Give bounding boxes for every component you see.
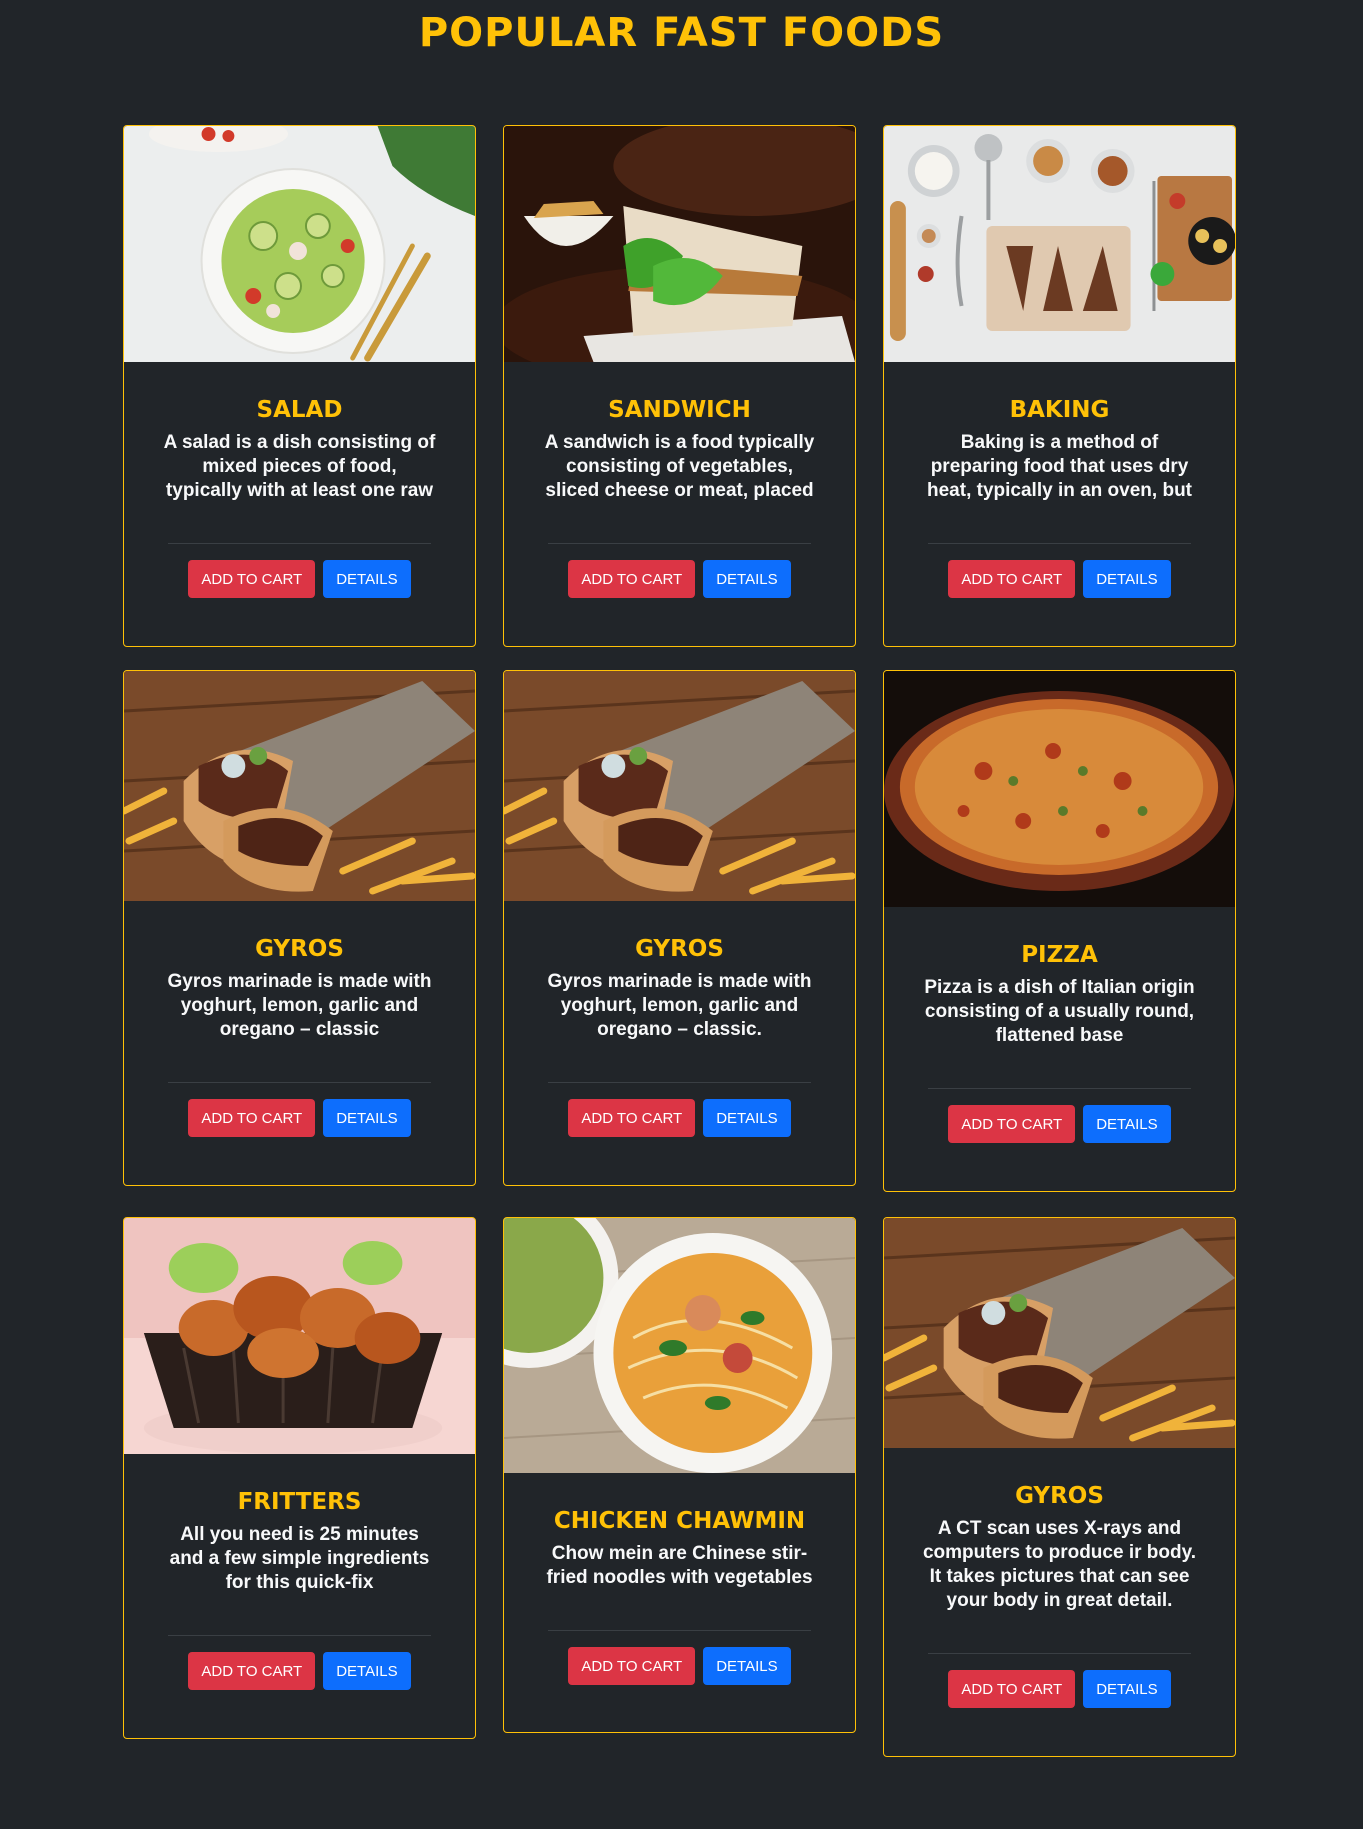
card-title: FRITTERS [237,1489,362,1515]
salad-photo [124,126,475,362]
details-button[interactable]: DETAILS [323,1099,411,1137]
card-title: PIZZA [1021,942,1098,968]
card-text: Gyros marinade is made with yoghurt, lem… [167,971,432,1040]
card-title: GYROS [1015,1483,1104,1509]
card-divider [168,1635,431,1636]
card-text: All you need is 25 minutes and a few sim… [169,1524,430,1593]
card-divider [548,1630,811,1631]
details-button[interactable]: DETAILS [1083,1105,1171,1143]
details-button[interactable]: DETAILS [1083,1670,1171,1708]
details-button[interactable]: DETAILS [1083,560,1171,598]
food-card-baking: BAKING Baking is a method of preparing f… [883,125,1236,647]
details-button[interactable]: DETAILS [703,560,791,598]
card-divider [168,543,431,544]
card-title: GYROS [635,936,724,962]
card-title: SANDWICH [608,397,751,423]
add-to-cart-button[interactable]: ADD TO CART [188,1652,316,1690]
add-to-cart-button[interactable]: ADD TO CART [948,1670,1076,1708]
card-text: A salad is a dish consisting of mixed pi… [163,432,436,501]
baking-photo [884,126,1235,362]
card-text: Gyros marinade is made with yoghurt, lem… [547,971,812,1040]
fritters-photo [124,1218,475,1454]
card-title: GYROS [255,936,344,962]
gyros-photo [884,1218,1235,1448]
add-to-cart-button[interactable]: ADD TO CART [948,1105,1076,1143]
card-title: CHICKEN CHAWMIN [553,1508,806,1534]
gyros-photo [504,671,855,901]
food-card-salad: SALAD A salad is a dish consisting of mi… [123,125,476,647]
details-button[interactable]: DETAILS [703,1647,791,1685]
card-divider [928,543,1191,544]
food-card-pizza: PIZZA Pizza is a dish of Italian origin … [883,670,1236,1192]
card-text: Chow mein are Chinese stir-fried noodles… [546,1543,813,1588]
details-button[interactable]: DETAILS [323,560,411,598]
card-divider [548,1082,811,1083]
card-divider [928,1653,1191,1654]
food-card-chicken-chawmin: CHICKEN CHAWMIN Chow mein are Chinese st… [503,1217,856,1733]
pizza-photo [884,671,1235,907]
chawmin-photo [504,1218,855,1473]
card-divider [168,1082,431,1083]
card-title: BAKING [1009,397,1110,423]
sandwich-photo [504,126,855,362]
food-card-fritters: FRITTERS All you need is 25 minutes and … [123,1217,476,1739]
card-text: Baking is a method of preparing food tha… [927,432,1192,501]
add-to-cart-button[interactable]: ADD TO CART [568,1647,696,1685]
card-text: Pizza is a dish of Italian origin consis… [924,977,1195,1046]
card-divider [548,543,811,544]
details-button[interactable]: DETAILS [323,1652,411,1690]
add-to-cart-button[interactable]: ADD TO CART [188,1099,316,1137]
food-card-sandwich: SANDWICH A sandwich is a food typically … [503,125,856,647]
card-text: A CT scan uses X-rays and computers to p… [922,1518,1197,1611]
page-title: POPULAR FAST FOODS [418,10,945,56]
add-to-cart-button[interactable]: ADD TO CART [568,1099,696,1137]
card-text: A sandwich is a food typically consistin… [544,432,815,501]
card-divider [928,1088,1191,1089]
add-to-cart-button[interactable]: ADD TO CART [948,560,1076,598]
food-card-gyros: GYROS Gyros marinade is made with yoghur… [123,670,476,1186]
add-to-cart-button[interactable]: ADD TO CART [188,560,316,598]
add-to-cart-button[interactable]: ADD TO CART [568,560,696,598]
food-card-gyros: GYROS Gyros marinade is made with yoghur… [503,670,856,1186]
card-title: SALAD [256,397,343,423]
gyros-photo [124,671,475,901]
food-card-gyros: GYROS A CT scan uses X-rays and computer… [883,1217,1236,1757]
details-button[interactable]: DETAILS [703,1099,791,1137]
